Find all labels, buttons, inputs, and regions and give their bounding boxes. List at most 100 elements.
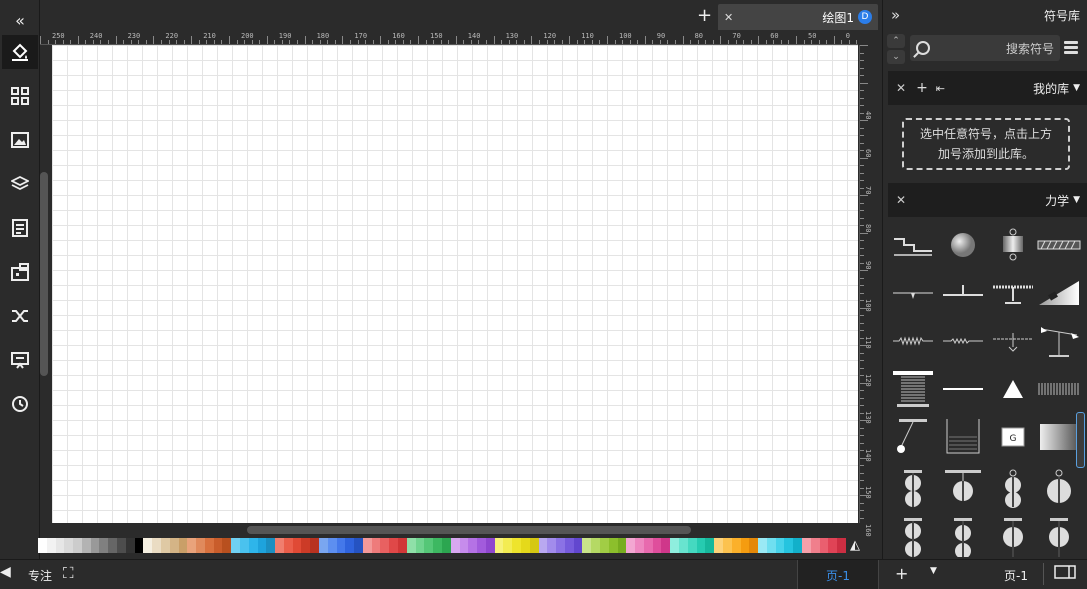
color-swatch[interactable] [556,538,565,553]
color-swatch[interactable] [529,538,539,553]
symbol-lever[interactable] [891,273,935,313]
symbol-g-block[interactable]: G [991,417,1035,457]
add-icon[interactable]: + [916,80,928,96]
presentation-icon[interactable] [8,348,32,372]
color-swatch[interactable] [134,538,144,553]
symbol-spring-horizontal[interactable] [891,321,935,361]
color-swatch[interactable] [81,538,91,553]
color-swatch[interactable] [749,538,759,553]
color-swatch[interactable] [310,538,319,553]
symbol-incline[interactable] [1037,273,1081,313]
color-swatch[interactable] [784,538,794,553]
color-swatch[interactable] [591,538,600,553]
color-swatch[interactable] [178,538,188,553]
color-swatch[interactable] [143,538,153,553]
color-swatch[interactable] [389,538,399,553]
color-swatch[interactable] [424,538,434,553]
color-swatch[interactable] [819,538,829,553]
page-tab[interactable]: 页-1 [1004,567,1028,584]
symbol-pivot-beam[interactable] [991,321,1035,361]
symbol-pulley-block[interactable] [941,517,985,557]
color-swatch[interactable] [538,538,548,553]
color-swatch[interactable] [64,538,74,553]
color-swatch[interactable] [231,538,240,553]
color-swatch[interactable] [345,538,355,553]
collapse-right-icon[interactable]: » [891,6,900,24]
symbol-coil-spring[interactable] [891,369,935,409]
color-swatch[interactable] [477,538,486,553]
color-swatch[interactable] [354,538,363,553]
color-swatch[interactable] [196,538,205,553]
shuffle-icon[interactable] [8,304,32,328]
color-swatch[interactable] [705,538,715,553]
color-swatch[interactable] [740,538,750,553]
color-swatch[interactable] [564,538,574,553]
color-swatch[interactable] [125,538,135,553]
symbol-pulley-single[interactable] [941,469,985,509]
color-swatch[interactable] [600,538,609,553]
color-swatch[interactable] [494,538,504,553]
search-input[interactable]: 搜索符号 [910,35,1060,61]
image-icon[interactable] [8,128,32,152]
color-swatch[interactable] [406,538,416,553]
layers-icon[interactable] [8,172,32,196]
symbol-weight[interactable] [991,225,1035,265]
symbol-spring-coil-horizontal[interactable] [1037,369,1081,409]
library-manage-icon[interactable] [1064,39,1082,57]
color-swatch[interactable] [547,538,557,553]
color-swatch[interactable] [169,538,179,553]
color-swatch[interactable] [573,538,583,553]
symbol-pulley-large[interactable] [1037,517,1081,557]
color-palette[interactable] [38,538,846,553]
color-swatch[interactable] [837,538,846,553]
symbol-pulley-double[interactable] [891,469,935,509]
vertical-scrollbar[interactable] [40,172,48,376]
symbol-scale[interactable] [991,273,1035,313]
color-swatch[interactable] [766,538,776,553]
color-swatch[interactable] [635,538,644,553]
color-swatch[interactable] [38,538,47,553]
color-swatch[interactable] [626,538,636,553]
color-swatch[interactable] [46,538,56,553]
symbol-pulley-weight[interactable] [991,517,1035,557]
grid-icon[interactable] [8,84,32,108]
color-swatch[interactable] [99,538,109,553]
symbol-line[interactable] [941,369,985,409]
color-swatch[interactable] [828,538,838,553]
color-swatch[interactable] [512,538,521,553]
chevron-up-icon[interactable]: ⌃ [887,34,905,48]
page-tab-active[interactable]: 页-1 [797,560,879,589]
color-swatch[interactable] [459,538,469,553]
color-swatch[interactable] [441,538,451,553]
close-tab-icon[interactable]: ✕ [724,11,733,24]
color-swatch[interactable] [679,538,688,553]
color-swatch[interactable] [801,538,811,553]
color-swatch[interactable] [266,538,276,553]
symbol-sphere[interactable] [941,225,985,265]
color-swatch[interactable] [117,538,126,553]
drawing-canvas[interactable] [52,45,858,523]
color-swatch[interactable] [283,538,293,553]
mechanics-header[interactable]: ✕ 力学 ▼ [888,183,1087,217]
document-icon[interactable] [8,216,32,240]
export-icon[interactable]: ⇤ [936,82,945,95]
color-swatch[interactable] [108,538,118,553]
color-swatch[interactable] [319,538,328,553]
building-icon[interactable] [8,260,32,284]
color-swatch[interactable] [222,538,232,553]
color-swatch[interactable] [380,538,390,553]
color-swatch[interactable] [485,538,495,553]
color-swatch[interactable] [55,538,65,553]
symbol-pendulum[interactable] [891,417,935,457]
color-swatch[interactable] [73,538,82,553]
color-swatch[interactable] [793,538,802,553]
color-swatch[interactable] [362,538,372,553]
color-swatch[interactable] [90,538,100,553]
color-swatch[interactable] [371,538,381,553]
symbol-pulley-chain[interactable] [891,517,935,557]
color-swatch[interactable] [608,538,618,553]
close-icon[interactable]: ✕ [896,81,906,95]
color-swatch[interactable] [722,538,732,553]
panel-scrollbar[interactable] [1076,412,1085,468]
color-swatch[interactable] [687,538,697,553]
